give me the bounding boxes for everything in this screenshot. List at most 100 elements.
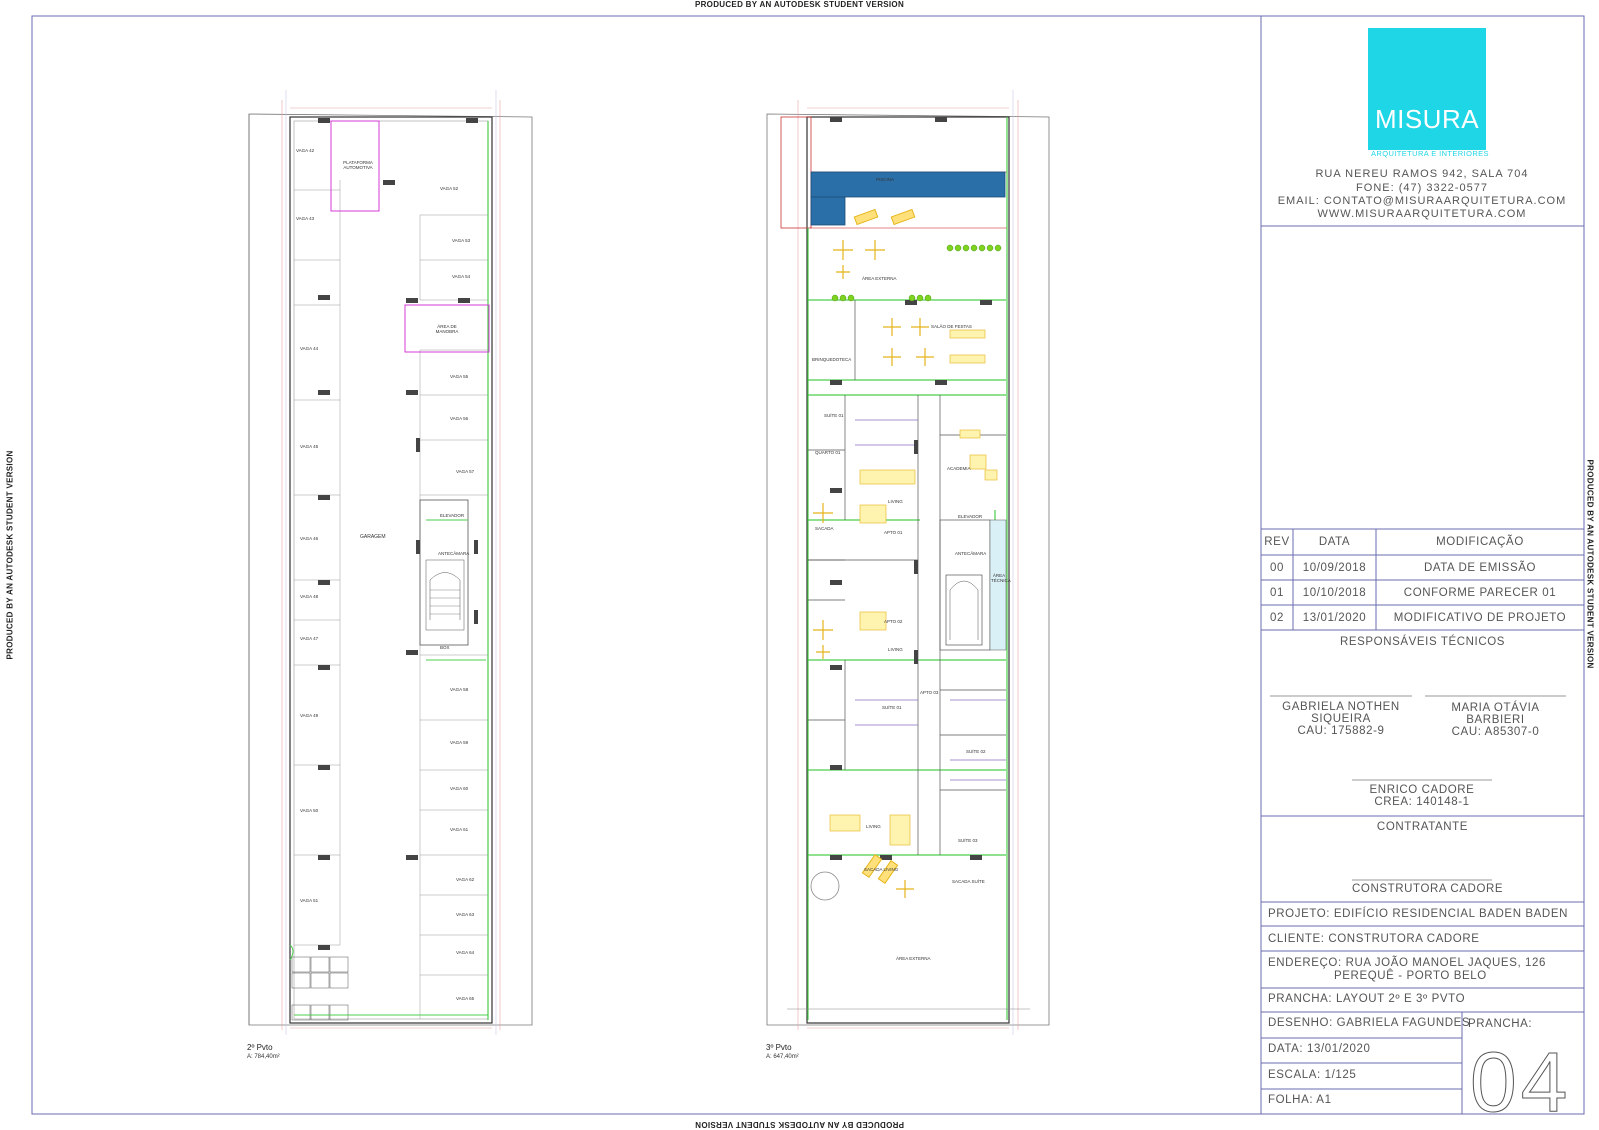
plan-3-area: A: 647,40m² [766, 1054, 799, 1060]
cliente-field: CLIENTE: CONSTRUTORA CADORE [1268, 933, 1480, 945]
office-email: EMAIL: CONTATO@MISURAARQUITETURA.COM [1277, 195, 1567, 207]
resp3-crea: CREA: 140148-1 [1374, 796, 1470, 808]
data-field: DATA: 13/01/2020 [1268, 1043, 1371, 1055]
resp3-name: ENRICO CADORE [1369, 784, 1475, 796]
modificacao-header: MODIFICAÇÃO [1436, 536, 1524, 548]
plan-3-title: 3º Pvto [766, 1043, 792, 1052]
resp2-name2: BARBIERI [1466, 714, 1525, 726]
room-label: VAGA 58 [450, 687, 469, 692]
room-label: BOX [440, 645, 450, 650]
room-label: SUÍTE 03 [958, 838, 978, 843]
room-label: VAGA 62 [456, 877, 475, 882]
endereco-line2: PEREQUÊ - PORTO BELO [1334, 970, 1487, 982]
room-label: APTO 02 [884, 619, 903, 624]
room-label: VAGA 43 [296, 216, 315, 221]
resp1-cau: CAU: 175882-9 [1297, 725, 1385, 737]
room-label: VAGA 65 [456, 996, 475, 1001]
resp2-cau: CAU: A85307-0 [1451, 726, 1540, 738]
room-label: ANTECÂMARA [955, 551, 987, 556]
room-label: APTO 01 [884, 530, 903, 535]
room-label: SACADA SUÍTE [952, 879, 985, 884]
room-label: VAGA 44 [300, 346, 319, 351]
room-label: PLATAFORMA AUTOMOTIVA [343, 160, 373, 170]
misura-logo: MISURA ARQUITETURA E INTERIORES [1368, 28, 1489, 158]
date-cell: 10/10/2018 [1302, 587, 1367, 599]
modificacao-cell: DATA DE EMISSÃO [1423, 562, 1537, 574]
room-label: VAGA 64 [456, 950, 475, 955]
modificacao-cell: MODIFICATIVO DE PROJETO [1393, 612, 1567, 624]
room-label: SACADA [815, 526, 834, 531]
room-label: ANTECÂMARA [438, 551, 470, 556]
rev-cell: 01 [1270, 587, 1284, 599]
prancha-number: 04 [1469, 1035, 1572, 1129]
resp1-name1: GABRIELA NOTHEN [1282, 701, 1400, 713]
exterior-label: ÁREA EXTERNA [896, 956, 931, 961]
room-label: SALÃO DE FESTAS [931, 324, 972, 329]
room-label: VAGA 48 [300, 594, 319, 599]
room-label: VAGA 51 [300, 898, 319, 903]
plan-2-title: 2º Pvto [247, 1043, 273, 1052]
date-header: DATA [1318, 536, 1351, 548]
room-label: VAGA 45 [300, 444, 319, 449]
room-label: VAGA 60 [450, 786, 469, 791]
plan-2-area: A: 784,40m² [247, 1054, 280, 1060]
room-label: SUÍTE 01 [882, 705, 902, 710]
logo-name: MISURA [1374, 104, 1480, 134]
escala-field: ESCALA: 1/125 [1268, 1069, 1357, 1081]
office-phone: FONE: (47) 3322-0577 [1356, 182, 1488, 194]
room-label: VAGA 52 [440, 186, 459, 191]
room-label: ACADEMIA [947, 466, 971, 471]
room-label: BRINQUEDOTECA [812, 357, 852, 362]
room-label: SACADA LIVING [864, 867, 899, 872]
room-label: VAGA 63 [456, 912, 475, 917]
date-cell: 10/09/2018 [1302, 562, 1367, 574]
rev-header: REV [1264, 536, 1290, 548]
responsaveis-title: RESPONSÁVEIS TÉCNICOS [1339, 636, 1506, 648]
pool-label: PISCINA [876, 177, 895, 182]
room-label: LIVING [888, 499, 903, 504]
room-label: SUÍTE 02 [966, 749, 986, 754]
room-label: LIVING [888, 647, 903, 652]
endereco-field: ENDEREÇO: RUA JOÃO MANOEL JAQUES, 126 [1268, 957, 1547, 969]
projeto-field: PROJETO: EDIFÍCIO RESIDENCIAL BADEN BADE… [1268, 908, 1569, 920]
logo-subtitle: ARQUITETURA E INTERIORES [1371, 149, 1489, 158]
room-label: VAGA 42 [296, 148, 315, 153]
contratante-name: CONSTRUTORA CADORE [1352, 883, 1504, 895]
prancha-field: PRANCHA: LAYOUT 2º E 3º PVTO [1268, 993, 1466, 1005]
room-label: VAGA 54 [452, 274, 471, 279]
room-label: SUÍTE 01 [824, 413, 844, 418]
room-label: VAGA 49 [300, 713, 319, 718]
room-label: ELEVADOR [958, 514, 983, 519]
room-label: LIVING [866, 824, 881, 829]
room-label: VAGA 47 [300, 636, 319, 641]
room-label: ÁREA DE MANOBRA [435, 324, 459, 334]
room-label: VAGA 53 [452, 238, 471, 243]
room-label: VAGA 59 [450, 740, 469, 745]
resp1-name2: SIQUEIRA [1311, 713, 1371, 725]
room-label: QUARTO 01 [815, 450, 841, 455]
rev-cell: 02 [1270, 612, 1284, 624]
prancha-label: PRANCHA: [1468, 1018, 1533, 1030]
desenho-field: DESENHO: GABRIELA FAGUNDES [1268, 1017, 1471, 1029]
room-label: VAGA 46 [300, 536, 319, 541]
room-label: ÁREA EXTERNA [862, 276, 897, 281]
rev-cell: 00 [1270, 562, 1284, 574]
room-label: VAGA 50 [300, 808, 319, 813]
office-website: WWW.MISURAARQUITETURA.COM [1317, 208, 1527, 220]
room-label: VAGA 57 [456, 469, 475, 474]
plan-3-pavimento [766, 90, 1050, 1035]
modificacao-cell: CONFORME PARECER 01 [1403, 587, 1557, 599]
resp2-name1: MARIA OTÁVIA [1451, 702, 1540, 714]
garagem-label: GARAGEM [360, 534, 386, 540]
folha-field: FOLHA: A1 [1268, 1094, 1332, 1106]
room-label: VAGA 61 [450, 827, 469, 832]
date-cell: 13/01/2020 [1302, 612, 1367, 624]
room-label: VAGA 55 [450, 374, 469, 379]
room-label: ÁREA TÉCNICA [991, 573, 1011, 583]
office-address: RUA NEREU RAMOS 942, SALA 704 [1315, 168, 1529, 180]
plan-2-pavimento [248, 90, 533, 1035]
room-label: APTO 03 [920, 690, 939, 695]
contratante-title: CONTRATANTE [1376, 821, 1469, 833]
room-label: ELEVADOR [440, 513, 465, 518]
room-label: VAGA 56 [450, 416, 469, 421]
